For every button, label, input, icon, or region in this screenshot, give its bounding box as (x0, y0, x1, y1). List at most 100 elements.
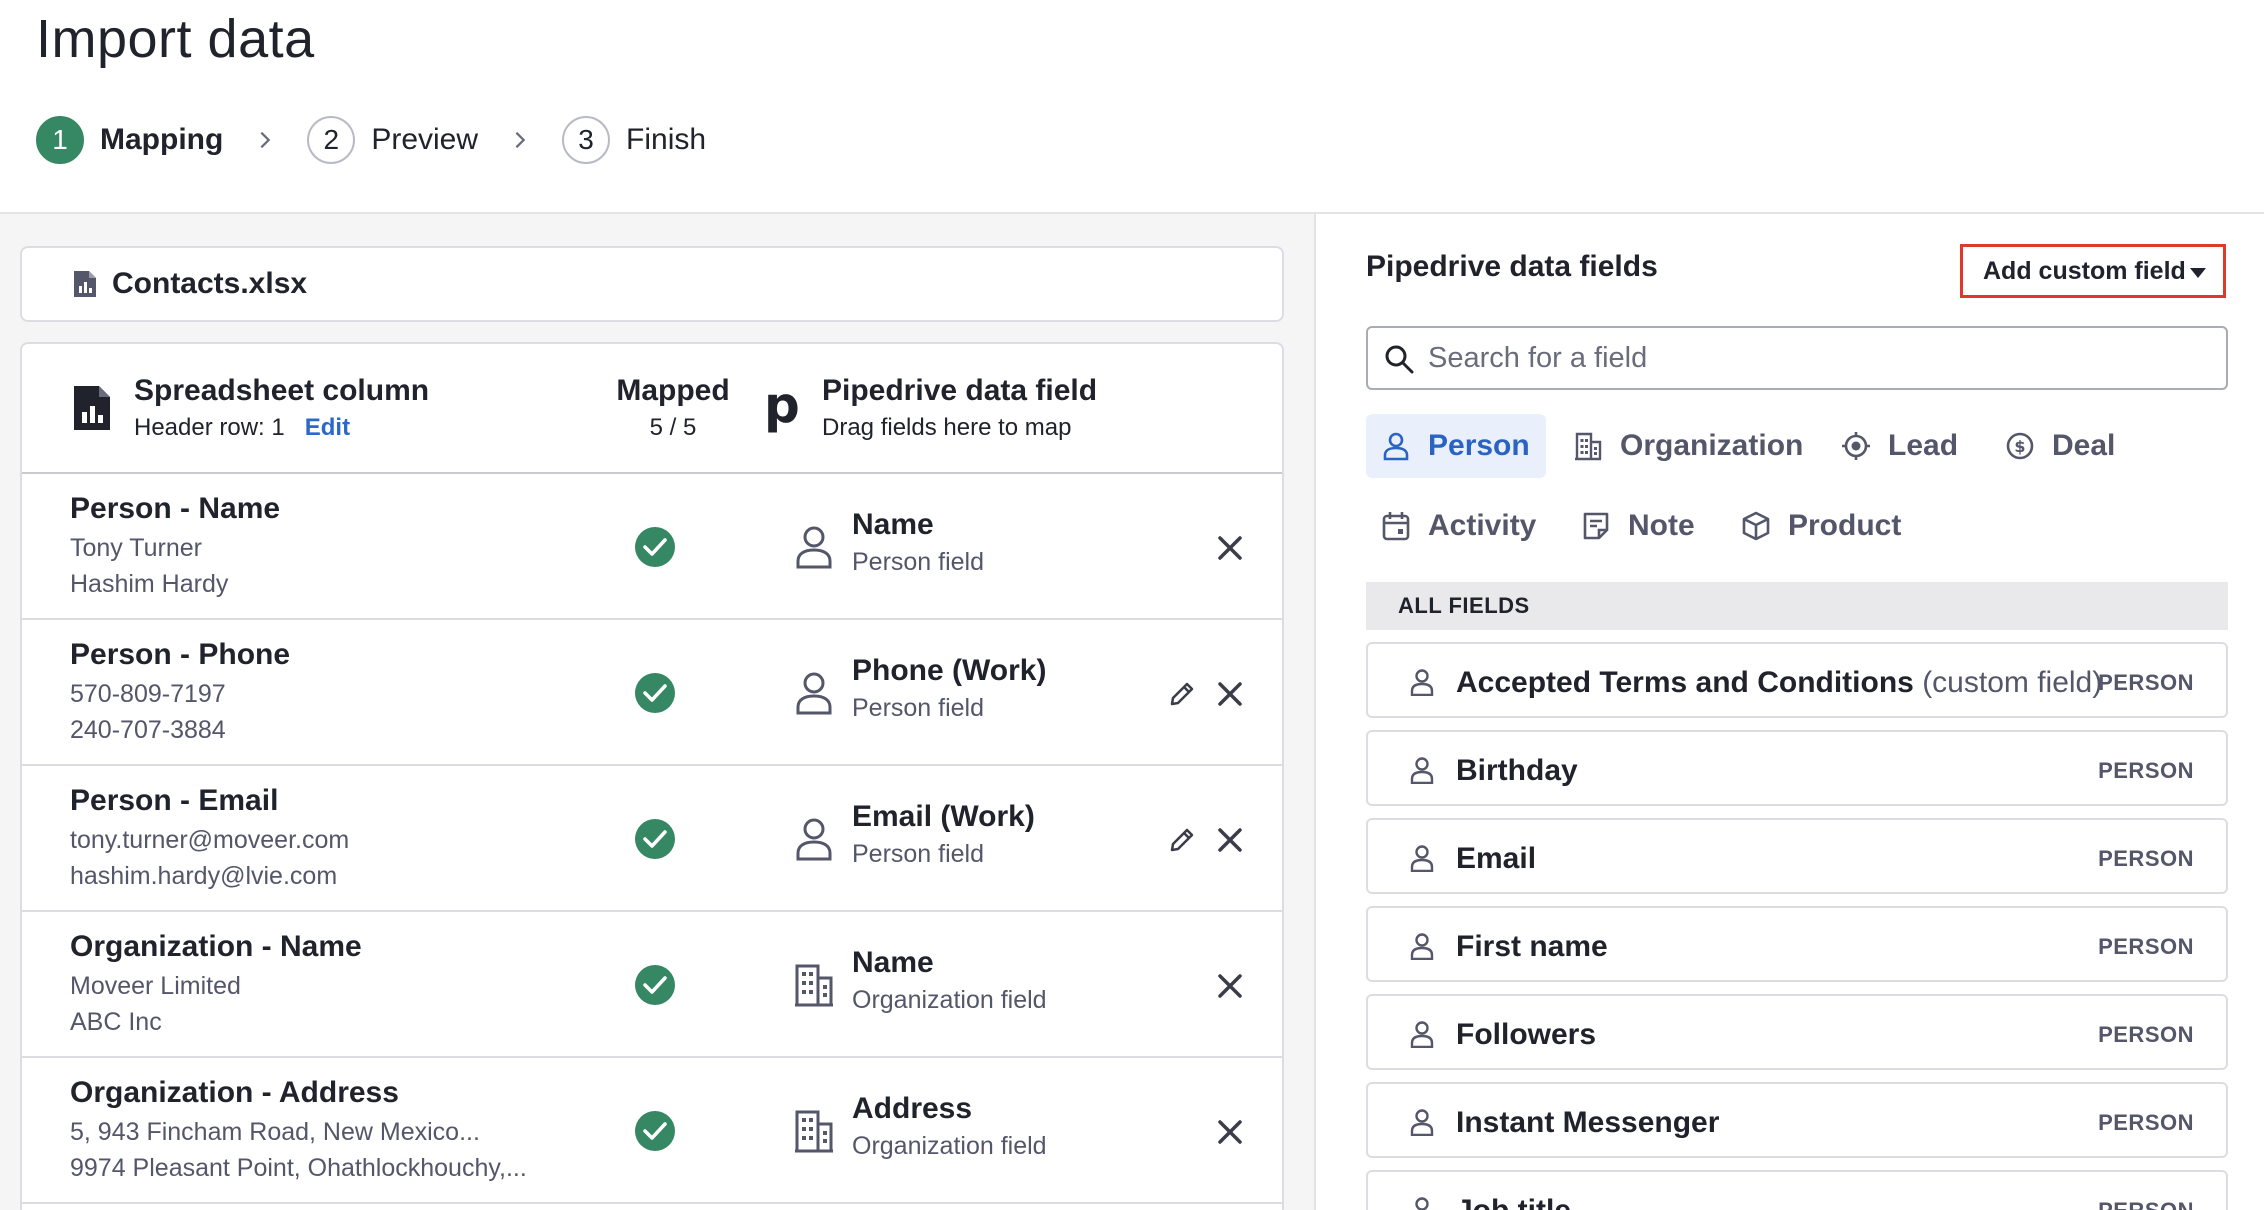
mapping-panel: Contacts.xlsx Spreadsheet column Header … (0, 214, 1316, 1210)
tab-activity[interactable]: Activity (1366, 494, 1552, 558)
field-entity-type: PERSON (2098, 1110, 2194, 1135)
svg-text:$: $ (2014, 437, 2025, 456)
column-name: Person - Phone (70, 638, 291, 671)
column-name: Person - Email (70, 784, 279, 817)
field-list-item[interactable]: Job title PERSON (1366, 1170, 2228, 1210)
tab-label: Activity (1428, 509, 1537, 542)
field-list-item[interactable]: First name PERSON (1366, 906, 2228, 982)
sample-value: 9974 Pleasant Point, Ohathlockhouchy,... (70, 1154, 527, 1182)
search-input[interactable] (1428, 341, 2208, 375)
tab-label: Organization (1620, 429, 1804, 462)
chevron-right-icon (223, 129, 307, 151)
tab-label: Person (1428, 429, 1530, 462)
caret-down-icon (2190, 268, 2206, 278)
field-list-item[interactable]: Followers PERSON (1366, 994, 2228, 1070)
step-label: Preview (371, 123, 479, 156)
field-search[interactable] (1366, 326, 2228, 390)
mapping-row: Person - Email tony.turner@moveer.com ha… (22, 766, 1282, 912)
building-icon (795, 1110, 833, 1153)
person-icon (796, 672, 832, 715)
file-card: Contacts.xlsx (20, 246, 1284, 322)
header-row-info: Header row: 1 Edit (134, 414, 350, 442)
edit-header-row-link[interactable]: Edit (305, 414, 350, 441)
field-name: First name (1456, 930, 1608, 963)
building-icon (795, 964, 833, 1007)
column-name: Organization - Name (70, 930, 362, 963)
field-extra: (custom field) (1922, 666, 2103, 699)
step-number: 2 (307, 116, 356, 164)
mapped-field-name: Address (852, 1092, 973, 1125)
person-icon (1410, 669, 1434, 696)
check-circle-icon (635, 527, 675, 567)
header-row-label: Header row: 1 (134, 414, 285, 441)
tab-note[interactable]: Note (1566, 494, 1711, 558)
person-icon (1410, 1021, 1434, 1048)
field-list-item[interactable]: Instant Messenger PERSON (1366, 1082, 2228, 1158)
tab-lead[interactable]: Lead (1826, 414, 1974, 478)
pipedrive-logo: p (764, 376, 800, 434)
check-circle-icon (635, 819, 675, 859)
field-list-item[interactable]: Email PERSON (1366, 818, 2228, 894)
mapped-field-type: Person field (852, 840, 985, 868)
import-stepper: 1 Mapping 2 Preview 3 Finish (36, 114, 706, 166)
field-name-wrap: Accepted Terms and Conditions (custom fi… (1456, 666, 2102, 700)
mapping-row: Organization - Name Moveer Limited ABC I… (22, 912, 1282, 1058)
sample-value: ABC Inc (70, 1008, 162, 1036)
step-finish[interactable]: 3 Finish (562, 116, 706, 164)
mapping-row: Organization - Address 5, 943 Fincham Ro… (22, 1058, 1282, 1204)
note-icon (1583, 512, 1609, 540)
spreadsheet-column-heading: Spreadsheet column (134, 374, 430, 407)
mapped-field-name: Phone (Work) (852, 654, 1047, 687)
person-icon (1415, 1197, 1429, 1210)
tab-deal[interactable]: $ Deal (1990, 414, 2131, 478)
pencil-icon[interactable] (1166, 678, 1198, 710)
field-entity-type: PERSON (2098, 934, 2194, 959)
calendar-icon (1382, 512, 1410, 541)
pipedrive-field-heading: Pipedrive data field (822, 374, 1098, 407)
field-entity-type: PERSON (2098, 670, 2194, 695)
box-icon (1742, 511, 1770, 541)
search-icon (1385, 345, 1414, 374)
field-list-item[interactable]: Birthday PERSON (1366, 730, 2228, 806)
tab-product[interactable]: Product (1726, 494, 1917, 558)
mapping-row: Person - Name Tony Turner Hashim Hardy N… (22, 474, 1282, 620)
close-icon[interactable] (1214, 824, 1246, 856)
all-fields-header: ALL FIELDS (1366, 582, 2228, 630)
field-list-item[interactable]: Accepted Terms and Conditions (custom fi… (1366, 642, 2228, 718)
spreadsheet-file-icon (74, 271, 96, 297)
field-name: Birthday (1456, 754, 1578, 787)
target-icon (1842, 432, 1870, 460)
close-icon[interactable] (1214, 532, 1246, 564)
mapping-row: Person - Phone 570-809-7197 240-707-3884… (22, 620, 1282, 766)
sample-value: 570-809-7197 (70, 680, 226, 708)
column-name: Person - Name (70, 492, 281, 525)
close-icon[interactable] (1214, 678, 1246, 710)
tab-organization[interactable]: Organization (1558, 414, 1819, 478)
person-icon (1410, 933, 1434, 960)
mapped-field-type: Person field (852, 694, 985, 722)
person-icon (1410, 1109, 1434, 1136)
step-preview[interactable]: 2 Preview (307, 116, 478, 164)
mapped-count: 5 / 5 (649, 414, 697, 441)
check-circle-icon (635, 673, 675, 713)
step-number: 1 (36, 116, 84, 164)
step-label: Mapping (100, 123, 224, 156)
person-icon (1410, 845, 1434, 872)
check-circle-icon (635, 965, 675, 1005)
tab-person[interactable]: Person (1366, 414, 1546, 478)
add-custom-field-button[interactable]: Add custom field (1960, 244, 2226, 298)
sample-value: Moveer Limited (70, 972, 241, 1000)
close-icon[interactable] (1214, 1116, 1246, 1148)
step-mapping[interactable]: 1 Mapping (36, 116, 223, 164)
check-circle-icon (635, 1111, 675, 1151)
sample-value: Hashim Hardy (70, 570, 229, 598)
close-icon[interactable] (1214, 970, 1246, 1002)
pencil-icon[interactable] (1166, 824, 1198, 856)
sample-value: hashim.hardy@lvie.com (70, 862, 338, 890)
mapped-field-type: Organization field (852, 1132, 1047, 1160)
add-custom-field-label: Add custom field (1983, 256, 2186, 285)
field-entity-type: PERSON (2098, 1022, 2194, 1047)
field-name: Job title (1456, 1194, 1571, 1210)
chevron-right-icon (478, 129, 562, 151)
spreadsheet-icon (74, 386, 110, 430)
